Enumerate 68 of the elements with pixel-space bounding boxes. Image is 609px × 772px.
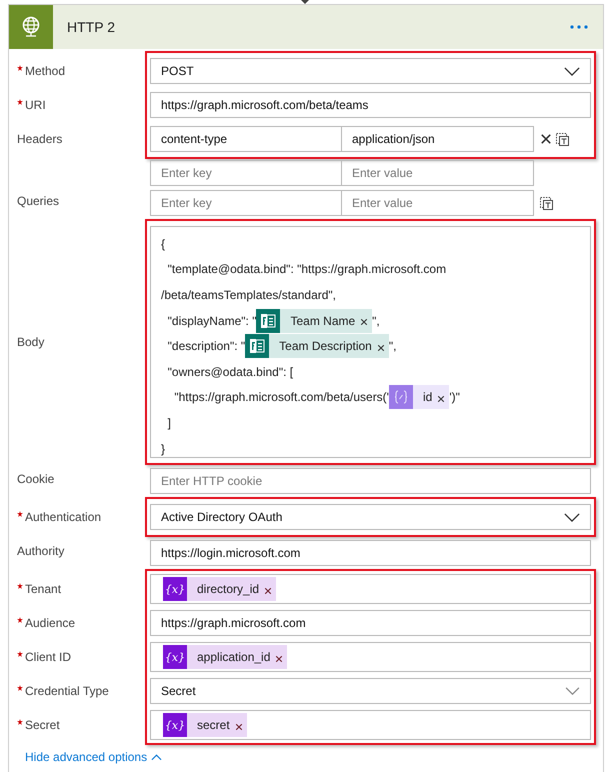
code-text: ] bbox=[166, 416, 172, 430]
variable-icon: {x} bbox=[163, 577, 187, 601]
card-title: HTTP 2 bbox=[67, 19, 116, 35]
text-field[interactable]: https://graph.microsoft.com/beta/teams bbox=[150, 92, 591, 118]
remove-icon[interactable] bbox=[275, 654, 284, 662]
code-text: { bbox=[161, 236, 166, 251]
variable-icon: {x} bbox=[163, 645, 187, 669]
chevron-down-icon bbox=[565, 687, 580, 695]
hide-advanced-options-link[interactable]: Hide advanced options bbox=[25, 750, 162, 764]
code-text: ", bbox=[372, 314, 380, 328]
field-label: Client ID bbox=[25, 650, 72, 664]
code-text: /beta/teamsTemplates/standard", bbox=[161, 288, 336, 302]
token-field[interactable]: {x} application_id bbox=[150, 642, 591, 672]
code-text: "https://graph.microsoft.com/beta/users(' bbox=[173, 390, 389, 404]
dropdown[interactable]: POST bbox=[150, 58, 591, 84]
text-field[interactable]: https://graph.microsoft.com bbox=[150, 610, 591, 636]
token-field[interactable]: {x} directory_id bbox=[150, 574, 591, 604]
connector-arrow-icon bbox=[300, 0, 310, 4]
text-field[interactable]: https://login.microsoft.com bbox=[150, 540, 591, 566]
remove-icon[interactable] bbox=[437, 394, 446, 403]
chevron-down-icon bbox=[564, 66, 580, 76]
field-label: Headers bbox=[17, 132, 62, 146]
field-label: Method bbox=[25, 64, 66, 78]
code-text: "template@odata.bind": "https://graph.microsoft.com bbox=[166, 262, 446, 276]
chevron-down-icon bbox=[564, 512, 580, 522]
value-field[interactable]: Enter value bbox=[342, 160, 534, 186]
value-field[interactable]: application/json bbox=[342, 126, 534, 152]
text-field[interactable]: Enter HTTP cookie bbox=[150, 468, 591, 494]
chevron-up-icon bbox=[151, 754, 162, 760]
field-label: Authentication bbox=[25, 510, 102, 524]
value-field[interactable]: Enter value bbox=[342, 190, 534, 216]
field-label: Audience bbox=[25, 616, 76, 630]
field-label: Cookie bbox=[17, 472, 54, 486]
key-field[interactable]: content-type bbox=[150, 126, 342, 152]
dynamic-content-token[interactable]: Team Name bbox=[280, 308, 372, 333]
variable-icon: {x} bbox=[163, 713, 187, 737]
remove-icon[interactable] bbox=[360, 318, 368, 326]
dynamic-content-token[interactable]: directory_id bbox=[187, 577, 276, 601]
field-label: Secret bbox=[25, 718, 60, 732]
field-label: Queries bbox=[17, 194, 60, 208]
remove-icon[interactable] bbox=[264, 586, 272, 594]
field-label: URI bbox=[25, 98, 46, 112]
code-text: "owners@odata.bind": [ bbox=[166, 364, 294, 379]
dynamic-content-token[interactable]: Team Description bbox=[269, 334, 389, 358]
remove-icon[interactable] bbox=[376, 344, 385, 352]
dropdown[interactable]: Active Directory OAuth bbox=[150, 504, 591, 530]
remove-icon[interactable] bbox=[234, 722, 243, 730]
dynamic-content-token[interactable]: secret bbox=[187, 713, 247, 737]
field-label: Body bbox=[17, 335, 44, 349]
code-text: "description": " bbox=[166, 339, 246, 354]
dynamic-content-token[interactable]: id bbox=[412, 385, 450, 410]
key-field[interactable]: Enter key bbox=[150, 190, 342, 216]
code-text: ')" bbox=[449, 390, 460, 404]
field-label: Tenant bbox=[25, 582, 62, 596]
field-label: Credential Type bbox=[25, 684, 109, 698]
code-text: } bbox=[161, 442, 166, 456]
key-field[interactable]: Enter key bbox=[150, 160, 342, 186]
field-label: Authority bbox=[17, 544, 64, 558]
globe-icon bbox=[9, 5, 53, 49]
dynamic-content-token[interactable]: application_id bbox=[187, 645, 288, 669]
code-text: "displayName": " bbox=[166, 314, 256, 328]
dashed-box-icon[interactable] bbox=[556, 132, 569, 146]
token-field[interactable]: {x} secret bbox=[150, 710, 591, 740]
dashed-box-icon[interactable] bbox=[540, 196, 553, 210]
more-icon[interactable] bbox=[569, 24, 589, 30]
close-icon[interactable] bbox=[540, 133, 552, 145]
code-text: ", bbox=[388, 339, 396, 354]
dropdown[interactable]: Secret bbox=[150, 678, 591, 704]
